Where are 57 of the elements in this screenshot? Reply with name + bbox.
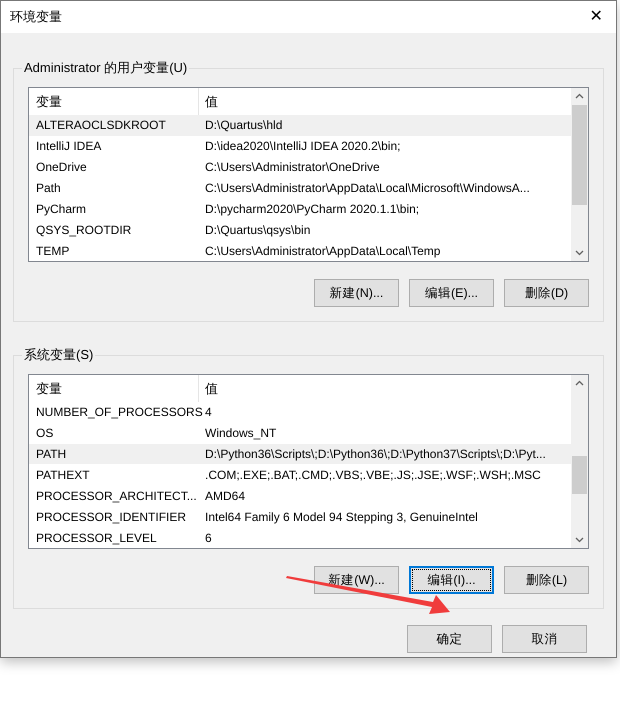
action-button[interactable]: 编辑(E)... <box>409 279 494 307</box>
variable-value: D:\Python36\Scripts\;D:\Python36\;D:\Python37\Scripts\;D:\Pyt... <box>204 446 547 464</box>
variable-name: ALTERAOCLSDKROOT <box>35 117 167 134</box>
variable-value: D:\idea2020\IntelliJ IDEA 2020.2\bin; <box>204 138 402 156</box>
table-row[interactable]: PATHEXT .COM;.EXE;.BAT;.CMD;.VBS;.VBE;.JS;.JSE;.WSF;.WSH;.MSC <box>29 464 571 486</box>
variable-name: PROCESSOR_ARCHITECT... <box>35 488 198 505</box>
variable-name: TEMP <box>35 242 70 260</box>
table-row[interactable]: PyCharm D:\pycharm2020\PyCharm 2020.1.1\bin; <box>29 198 571 220</box>
group-label: Administrator 的用户变量(U) <box>22 59 190 77</box>
variable-value: AMD64 <box>204 488 246 505</box>
scrollbar-thumb[interactable] <box>572 456 587 494</box>
variable-value: D:\Quartus\hld <box>204 117 284 134</box>
variable-name: IntelliJ IDEA <box>35 138 102 156</box>
scrollbar-thumb[interactable] <box>572 105 587 205</box>
variable-value: C:\Users\Administrator\OneDrive <box>204 159 381 176</box>
table-row[interactable]: PROCESSOR_ARCHITECT... AMD64 <box>29 485 571 506</box>
column-header[interactable]: 变量 <box>29 375 199 402</box>
table-row[interactable]: QSYS_ROOTDIR D:\Quartus\qsys\bin <box>29 219 571 240</box>
variable-name: PROCESSOR_IDENTIFIER <box>35 508 188 526</box>
close-button[interactable]: ✕ <box>576 1 616 33</box>
action-button[interactable]: 新建(N)... <box>314 279 399 307</box>
window-title: 环境变量 <box>10 8 62 26</box>
column-header[interactable]: 值 <box>199 375 571 402</box>
table-row[interactable]: PROCESSOR_IDENTIFIER Intel64 Family 6 Model 94 Stepping 3, GenuineIntel <box>29 506 571 528</box>
dialog-button[interactable]: 确定 <box>407 625 492 653</box>
column-header[interactable]: 值 <box>199 88 571 115</box>
variable-name: QSYS_ROOTDIR <box>35 222 132 239</box>
variable-value: C:\Users\Administrator\AppData\Local\Temp <box>204 242 442 260</box>
action-button[interactable]: 删除(D) <box>504 279 589 307</box>
variable-value: .COM;.EXE;.BAT;.CMD;.VBS;.VBE;.JS;.JSE;.WSF;.WSH;.MSC <box>204 466 542 484</box>
table-row[interactable]: PROCESSOR_LEVEL 6 <box>29 527 571 548</box>
variable-value: 4 <box>204 404 213 422</box>
table-row[interactable]: IntelliJ IDEA D:\idea2020\IntelliJ IDEA 2020.2\bin; <box>29 136 571 157</box>
table-row[interactable]: Path C:\Users\Administrator\AppData\Local\Microsoft\WindowsA... <box>29 177 571 198</box>
variable-value: 6 <box>204 530 213 547</box>
table-row[interactable]: PATH D:\Python36\Scripts\;D:\Python36\;D:\Python37\Scripts\;D:\Pyt... <box>29 444 571 464</box>
group-label: 系统变量(S) <box>22 346 96 364</box>
variable-value: Windows_NT <box>204 425 278 442</box>
variable-name: OneDrive <box>35 159 88 176</box>
action-button[interactable]: 删除(L) <box>504 566 589 594</box>
dialog-button[interactable]: 取消 <box>502 625 587 653</box>
table-row[interactable]: TEMP C:\Users\Administrator\AppData\Local\Temp <box>29 240 571 261</box>
variable-name: PyCharm <box>35 200 88 218</box>
action-button[interactable]: 编辑(I)... <box>409 566 494 594</box>
table-row[interactable]: NUMBER_OF_PROCESSORS 4 <box>29 402 571 423</box>
variable-name: PATHEXT <box>35 466 91 484</box>
variable-name: OS <box>35 425 54 442</box>
variable-value: C:\Users\Administrator\AppData\Local\Microsoft\WindowsA... <box>204 180 531 197</box>
variable-name: PATH <box>35 446 68 464</box>
variable-value: D:\pycharm2020\PyCharm 2020.1.1\bin; <box>204 200 420 218</box>
table-row[interactable]: OS Windows_NT <box>29 422 571 444</box>
variable-value: D:\Quartus\qsys\bin <box>204 222 312 239</box>
variable-name: PROCESSOR_LEVEL <box>35 530 158 547</box>
table-row[interactable]: OneDrive C:\Users\Administrator\OneDrive <box>29 156 571 178</box>
table-row[interactable]: ALTERAOCLSDKROOT D:\Quartus\hld <box>29 114 571 136</box>
variable-name: Path <box>35 180 62 197</box>
variable-value: Intel64 Family 6 Model 94 Stepping 3, GenuineIntel <box>204 508 479 526</box>
